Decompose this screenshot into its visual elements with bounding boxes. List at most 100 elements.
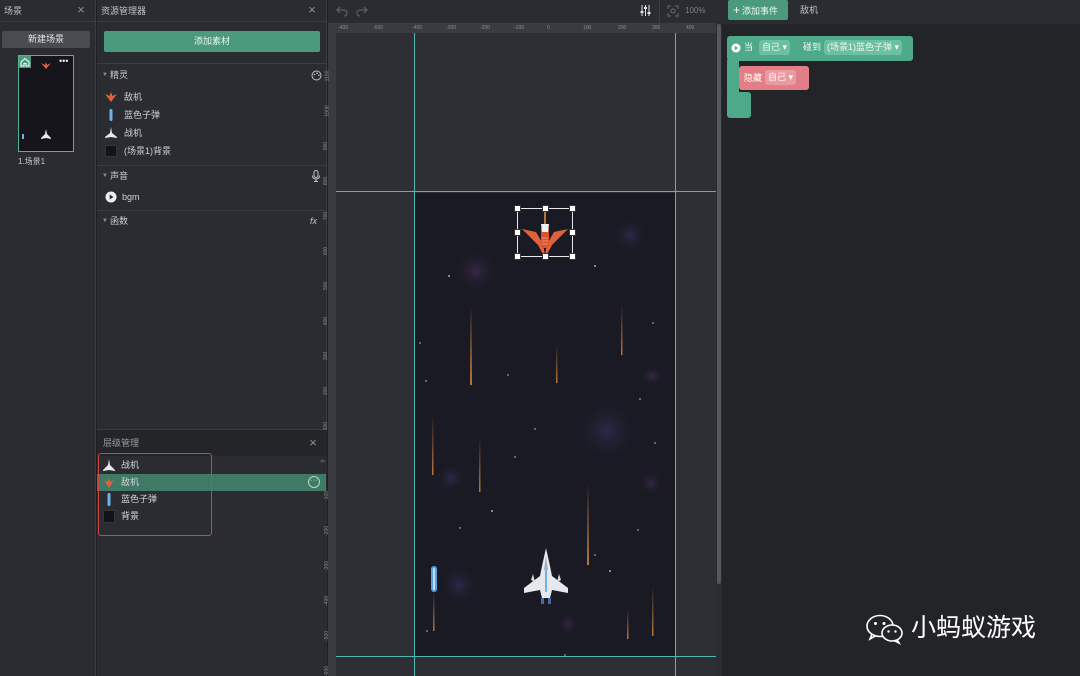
event-block-spine	[727, 60, 739, 94]
close-icon[interactable]: ×	[306, 3, 318, 16]
ruler-tick-label: 1100	[324, 70, 331, 82]
resource-item-label: (场景1)背景	[124, 146, 171, 156]
hide-action-block[interactable]: 隐藏 自己 ▾	[739, 66, 809, 90]
ruler-tick-label: -600	[324, 665, 331, 676]
logic-target-name: 敌机	[800, 5, 819, 15]
horizontal-ruler: -400 -600 -400 -300 -200 -100 0 100 200 300 400	[328, 24, 716, 33]
fit-screen-icon[interactable]	[667, 5, 679, 17]
enemy-plane-icon	[105, 92, 117, 102]
fighter-thumb-icon	[41, 129, 51, 139]
ruler-tick-label: -400	[324, 595, 331, 607]
ruler-tick-label: -400	[338, 25, 349, 31]
stage-guide-top	[336, 191, 716, 192]
ruler-tick-label: -300	[446, 25, 457, 31]
ruler-tick-label: 0	[320, 459, 327, 463]
scene-panel: 场景 × 新建场景 ••• 1.场景1	[0, 0, 96, 676]
ruler-tick-label: -200	[324, 525, 331, 537]
canvas-toolbar: 100%	[328, 0, 716, 24]
canvas-area[interactable]: 100% -400 -600 -400 -300 -200 -100 0 100 200 300 4…	[320, 0, 716, 676]
section-sprites-header[interactable]: ▼ 精灵	[97, 66, 326, 84]
hide-target-value: 自己	[768, 72, 787, 82]
play-circle-icon[interactable]	[105, 191, 117, 203]
ruler-tick-label: -100	[514, 25, 525, 31]
ruler-tick-label: 700	[323, 211, 330, 221]
plus-icon: +	[733, 3, 741, 17]
redo-icon[interactable]	[356, 5, 368, 17]
add-asset-button[interactable]: 添加素材	[104, 31, 320, 52]
resize-handle[interactable]	[569, 205, 576, 212]
resize-handle[interactable]	[514, 229, 521, 236]
divider	[97, 165, 326, 166]
more-options-icon[interactable]: ···	[308, 476, 320, 488]
when-label: 当	[744, 42, 754, 52]
section-functions-header[interactable]: ▼ 函数 fx	[97, 212, 326, 230]
scene-panel-title: 场景	[4, 6, 23, 16]
ruler-tick-label: 300	[652, 25, 661, 31]
resize-handle[interactable]	[514, 253, 521, 260]
stage-guide-bottom	[336, 656, 716, 657]
collision-event-block[interactable]: 当 自己 ▾ 碰到 (场景1)蓝色子弹 ▾	[727, 36, 913, 61]
new-scene-button[interactable]: 新建场景	[2, 31, 90, 48]
enemy-plane-thumb-icon	[41, 62, 51, 69]
ruler-tick-label: -200	[480, 25, 491, 31]
resize-handle[interactable]	[569, 229, 576, 236]
object-value: (场景1)蓝色子弹	[827, 42, 892, 52]
blue-bullet-icon	[109, 109, 113, 121]
function-icon[interactable]: fx	[310, 212, 317, 230]
more-icon[interactable]: •••	[59, 57, 68, 66]
scene-name: 1.场景1	[18, 157, 46, 166]
wechat-icon	[866, 614, 903, 645]
ruler-tick-label: -500	[324, 630, 331, 642]
bullet-thumb	[22, 134, 24, 139]
resource-item-label: bgm	[122, 192, 140, 202]
blue-bullet-sprite[interactable]	[430, 566, 438, 592]
resize-handle[interactable]	[514, 205, 521, 212]
hide-action-label: 隐藏	[744, 73, 763, 83]
fighter-plane-sprite[interactable]	[524, 548, 568, 606]
section-label: 声音	[110, 171, 129, 181]
canvas-scrollbar-thumb[interactable]	[717, 24, 721, 584]
logic-panel: + 添加事件 敌机 当 自己 ▾ 碰到 (场景1)蓝色子弹 ▾ 隐藏 自己 ▾	[722, 0, 1080, 676]
close-icon[interactable]: ×	[75, 3, 87, 16]
subject-value: 自己	[762, 42, 781, 52]
close-icon[interactable]: ×	[307, 436, 319, 449]
divider	[97, 63, 326, 64]
object-dropdown[interactable]: (场景1)蓝色子弹 ▾	[824, 40, 903, 55]
microphone-icon[interactable]	[311, 170, 321, 182]
adjust-sliders-icon[interactable]	[639, 4, 652, 17]
scene-thumbnail[interactable]: •••	[18, 55, 74, 152]
game-stage-background[interactable]	[415, 193, 676, 656]
stage-guide-left	[414, 33, 415, 676]
background-thumb-icon	[105, 145, 117, 157]
home-icon	[19, 56, 31, 68]
hide-target-dropdown[interactable]: 自己 ▾	[765, 70, 797, 85]
triangle-down-icon: ▼	[102, 72, 108, 78]
resize-handle[interactable]	[542, 205, 549, 212]
ruler-tick-label: 200	[618, 25, 627, 31]
watermark-text: 小蚂蚁游戏	[911, 614, 1037, 642]
ruler-tick-label: 800	[323, 176, 330, 186]
resize-handle[interactable]	[542, 253, 549, 260]
fighter-plane-icon	[105, 127, 117, 138]
scene-panel-header: 场景 ×	[0, 0, 95, 22]
section-sounds-header[interactable]: ▼ 声音	[97, 167, 326, 185]
resource-panel-title: 资源管理器	[101, 6, 147, 16]
subject-dropdown[interactable]: 自己 ▾	[759, 40, 791, 55]
event-block-end	[727, 92, 751, 118]
ruler-tick-label: 400	[323, 316, 330, 326]
resize-handle[interactable]	[569, 253, 576, 260]
ruler-tick-label: 1000	[324, 105, 331, 117]
layer-panel-title: 层级管理	[103, 438, 140, 448]
section-label: 精灵	[110, 70, 129, 80]
palette-icon[interactable]	[311, 70, 322, 81]
ruler-tick-label: 500	[323, 281, 330, 291]
ruler-tick-label: 400	[686, 25, 695, 31]
ruler-tick-label: 900	[323, 141, 330, 151]
ruler-tick-label: 600	[323, 246, 330, 256]
stage-guide-right	[675, 33, 676, 676]
undo-icon[interactable]	[336, 5, 348, 17]
ruler-tick-label: 300	[323, 351, 330, 361]
ruler-tick-label: -400	[412, 25, 423, 31]
add-event-button[interactable]: + 添加事件	[728, 0, 788, 20]
triangle-down-icon: ▼	[102, 218, 108, 224]
